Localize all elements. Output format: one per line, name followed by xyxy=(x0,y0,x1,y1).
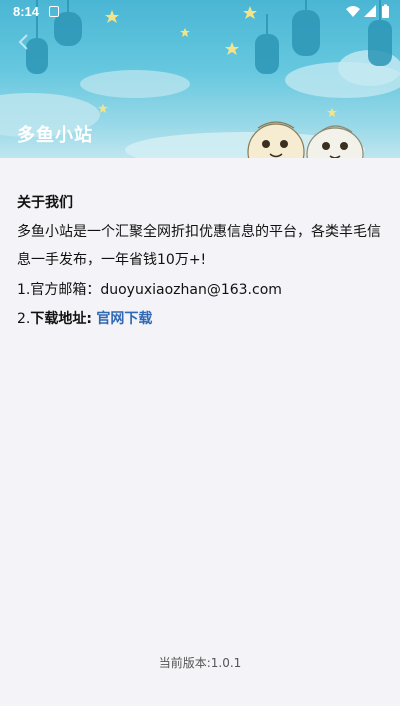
status-icons xyxy=(344,4,392,20)
app-header: 8:14 多鱼小站 xyxy=(0,0,400,158)
status-bar: 8:14 xyxy=(0,0,400,24)
signal-icon xyxy=(364,5,376,17)
official-email-line: 1.官方邮箱：duoyuxiaozhan@163.com xyxy=(17,282,282,298)
download-label: 下载地址: xyxy=(30,311,92,327)
app-version: 当前版本:1.0.1 xyxy=(158,656,242,670)
wifi-icon xyxy=(346,6,360,17)
battery-icon xyxy=(382,4,389,18)
about-content: 关于我们 多鱼小站是一个汇聚全网折扣优惠信息的平台，各类羊毛信息一手发布，一年省… xyxy=(0,158,400,706)
download-line: 2.下载地址: 官网下载 xyxy=(17,308,152,328)
about-description: 多鱼小站是一个汇聚全网折扣优惠信息的平台，各类羊毛信息一手发布，一年省钱10万+… xyxy=(17,224,381,268)
download-number: 2. xyxy=(17,311,31,327)
status-time: 8:14 xyxy=(13,4,40,19)
official-download-link[interactable]: 官网下载 xyxy=(96,311,152,327)
page-title: 多鱼小站 xyxy=(17,125,93,146)
back-arrow-icon[interactable] xyxy=(14,32,34,52)
about-heading: 关于我们 xyxy=(17,195,73,211)
notification-app-icon xyxy=(49,6,59,17)
